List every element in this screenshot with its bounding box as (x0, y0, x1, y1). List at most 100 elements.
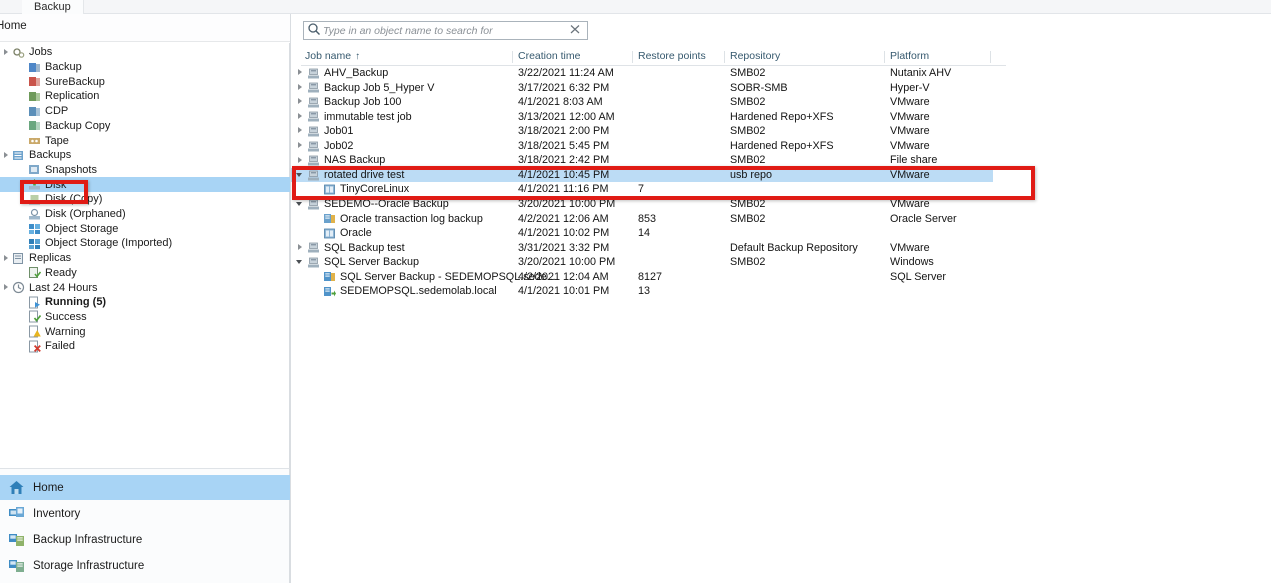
table-row[interactable]: SQL Server Backup - SEDEMOPSQL.sede... 4/… (291, 270, 1271, 285)
chevron-down-icon[interactable] (296, 257, 306, 267)
sidebar-item-last-24-hours[interactable]: Last 24 Hours (0, 280, 290, 295)
chevron-right-icon[interactable] (2, 151, 11, 160)
sidebar-item-backup-copy[interactable]: Backup Copy (0, 119, 290, 134)
sidebar-item-disk[interactable]: Disk (0, 177, 290, 192)
snapshots-icon (28, 163, 41, 176)
sidebar-item-success[interactable]: Success (0, 310, 290, 325)
navigation-tree: Jobs Backup SureBackup Replication CDP Backup… (0, 43, 290, 468)
column-divider[interactable] (632, 51, 633, 63)
table-row[interactable]: Backup Job 5_Hyper V 3/17/2021 6:32 PM SOB… (291, 81, 1271, 96)
sidebar-item-replication[interactable]: Replication (0, 89, 290, 104)
table-row[interactable]: SQL Backup test 3/31/2021 3:32 PM Default … (291, 241, 1271, 256)
job-name-label: rotated drive test (324, 168, 405, 181)
sidebar-item-object-storage[interactable]: Object Storage (0, 221, 290, 236)
jobs-icon (12, 46, 25, 59)
vm-icon (323, 227, 336, 240)
sidebar-item-backups[interactable]: Backups (0, 148, 290, 163)
column-header-creation-time[interactable]: Creation time (518, 50, 580, 62)
sidebar-item-backup[interactable]: Backup (0, 60, 290, 75)
chevron-right-icon[interactable] (296, 141, 306, 151)
chevron-right-icon[interactable] (296, 68, 306, 78)
cell-platform: VMware (890, 110, 930, 123)
cell-repository: Default Backup Repository (730, 241, 858, 254)
column-divider[interactable] (884, 51, 885, 63)
sidebar-item-disk-orphaned[interactable]: Disk (Orphaned) (0, 207, 290, 222)
sidebar-item-warning[interactable]: Warning (0, 324, 290, 339)
table-row[interactable]: immutable test job 3/13/2021 12:00 AM Hard… (291, 110, 1271, 125)
chevron-down-icon[interactable] (296, 199, 306, 209)
tab-backup[interactable]: Backup (22, 0, 84, 14)
sidebar-item-replicas[interactable]: Replicas (0, 251, 290, 266)
table-row[interactable]: AHV_Backup 3/22/2021 11:24 AM SMB02 Nutanix… (291, 66, 1271, 81)
cell-job-name: SQL Server Backup - SEDEMOPSQL.sede... (296, 270, 556, 285)
sidebar-item-disk-copy[interactable]: Disk (Copy) (0, 192, 290, 207)
sidebar-item-snapshots[interactable]: Snapshots (0, 163, 290, 178)
column-header-platform[interactable]: Platform (890, 50, 929, 62)
cell-platform: Windows (890, 256, 934, 269)
table-row[interactable]: SQL Server Backup 3/20/2021 10:00 PM SMB02… (291, 255, 1271, 270)
nav-item-storage-infrastructure[interactable]: Storage Infrastructure (0, 553, 290, 578)
chevron-right-icon[interactable] (296, 126, 306, 136)
table-row[interactable]: Job01 3/18/2021 2:00 PM SMB02 VMware (291, 124, 1271, 139)
chevron-right-icon[interactable] (2, 254, 11, 263)
chevron-down-icon[interactable] (296, 170, 306, 180)
replicas-icon (12, 252, 25, 265)
cell-job-name: SQL Server Backup (296, 255, 419, 270)
job-name-label: Oracle (340, 227, 372, 240)
sidebar-item-failed[interactable]: Failed (0, 339, 290, 354)
sidebar-item-running-5[interactable]: Running (5) (0, 295, 290, 310)
nav-item-backup-infrastructure[interactable]: Backup Infrastructure (0, 527, 290, 552)
job-name-label: immutable test job (324, 110, 412, 123)
nav-item-home[interactable]: Home (0, 475, 290, 500)
chevron-right-icon[interactable] (2, 283, 11, 292)
table-row[interactable]: Job02 3/18/2021 5:45 PM Hardened Repo+XFS V… (291, 139, 1271, 154)
column-header-repository[interactable]: Repository (730, 50, 780, 62)
column-divider[interactable] (512, 51, 513, 63)
chevron-right-icon[interactable] (296, 112, 306, 122)
sidebar-item-jobs[interactable]: Jobs (0, 45, 290, 60)
table-row[interactable]: TinyCoreLinux 4/1/2021 11:16 PM 7 (291, 182, 1271, 197)
column-divider[interactable] (990, 51, 991, 63)
column-divider[interactable] (724, 51, 725, 63)
cell-repository: SMB02 (730, 96, 766, 109)
chevron-right-icon[interactable] (296, 156, 306, 166)
breadcrumb[interactable]: Home (0, 20, 27, 32)
table-row[interactable]: Backup Job 100 4/1/2021 8:03 AM SMB02 VMwar… (291, 95, 1271, 110)
table-row[interactable]: Oracle 4/1/2021 10:02 PM 14 (291, 226, 1271, 241)
sidebar-item-tape[interactable]: Tape (0, 133, 290, 148)
search-input[interactable] (321, 23, 567, 38)
sidebar-item-surebackup[interactable]: SureBackup (0, 74, 290, 89)
close-icon[interactable] (567, 22, 583, 39)
sidebar-item-cdp[interactable]: CDP (0, 104, 290, 119)
table-row[interactable]: NAS Backup 3/18/2021 2:42 PM SMB02 File sha… (291, 153, 1271, 168)
column-header-restore-points[interactable]: Restore points (638, 50, 706, 62)
search-box[interactable] (303, 21, 588, 40)
cell-creation-time: 3/18/2021 2:00 PM (518, 125, 610, 138)
table-row[interactable]: SEDEMO--Oracle Backup 3/20/2021 10:00 PM S… (291, 197, 1271, 212)
cell-creation-time: 3/20/2021 10:00 PM (518, 256, 616, 269)
vm-icon (323, 183, 336, 196)
cell-platform: VMware (890, 241, 930, 254)
running-icon (28, 296, 41, 309)
table-row[interactable]: Oracle transaction log backup 4/2/2021 12… (291, 212, 1271, 227)
cell-job-name: Oracle transaction log backup (296, 212, 483, 227)
job-icon (307, 96, 320, 109)
sidebar-item-ready[interactable]: Ready (0, 266, 290, 281)
sidebar-item-label: Last 24 Hours (29, 281, 98, 294)
cell-platform: VMware (890, 96, 930, 109)
chevron-right-icon[interactable] (296, 97, 306, 107)
chevron-right-icon[interactable] (296, 83, 306, 93)
chevron-right-icon[interactable] (2, 48, 11, 57)
table-row[interactable]: SEDEMOPSQL.sedemolab.local 4/1/2021 10:01… (291, 284, 1271, 299)
chevron-right-icon[interactable] (296, 243, 306, 253)
table-row[interactable]: rotated drive test 4/1/2021 10:45 PM usb r… (291, 167, 993, 183)
sidebar-item-object-storage-imported[interactable]: Object Storage (Imported) (0, 236, 290, 251)
nav-item-inventory[interactable]: Inventory (0, 501, 290, 526)
column-header-job-name[interactable]: Job name ↑ (305, 50, 360, 62)
